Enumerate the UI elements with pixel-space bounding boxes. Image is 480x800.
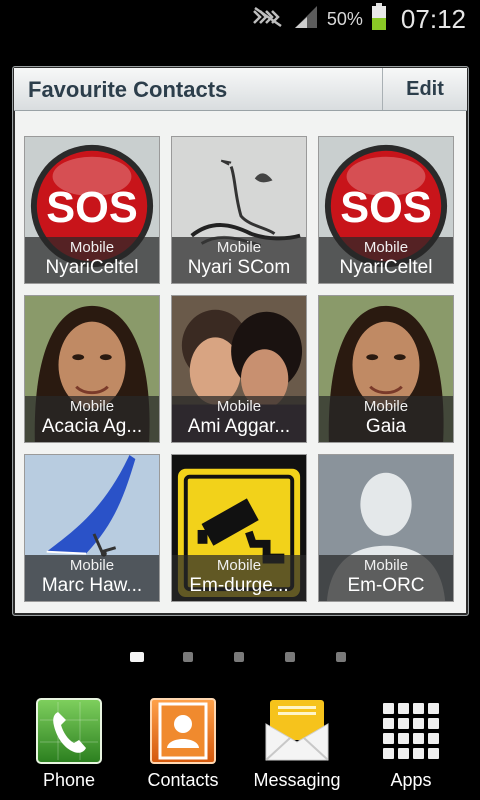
battery-percent: 50% xyxy=(326,8,363,29)
dock-messaging[interactable]: Messaging xyxy=(242,698,352,791)
contact-label-band: Mobile Gaia xyxy=(319,396,453,442)
dock-messaging-label: Messaging xyxy=(253,770,341,790)
contact-phone-type: Mobile xyxy=(216,398,262,415)
dock-apps-label: Apps xyxy=(390,770,432,790)
contact-tile[interactable]: Mobile Gaia xyxy=(318,295,454,443)
contact-name: Marc Haw... xyxy=(41,575,143,596)
contact-label-band: Mobile Em-ORC xyxy=(319,555,453,601)
contact-label-band: Mobile Marc Haw... xyxy=(25,555,159,601)
status-bar: 50% 07:12 xyxy=(0,0,480,38)
contact-name: Em-ORC xyxy=(347,575,425,596)
contact-label-band: Mobile NyariCeltel xyxy=(25,237,159,283)
signal-icon xyxy=(293,4,319,35)
mute-icon xyxy=(251,5,285,34)
contact-name: NyariCeltel xyxy=(339,257,433,278)
contact-label-band: Mobile Acacia Ag... xyxy=(25,396,159,442)
contact-tile[interactable]: Mobile Ami Aggar... xyxy=(171,295,307,443)
contact-name: Ami Aggar... xyxy=(187,416,291,437)
contact-label-band: Mobile Nyari SCom xyxy=(172,237,306,283)
contact-phone-type: Mobile xyxy=(363,398,409,415)
contact-phone-type: Mobile xyxy=(69,557,115,574)
dock: Phone Contacts Messaging Apps xyxy=(0,690,480,800)
contact-phone-type: Mobile xyxy=(363,557,409,574)
dock-phone-label: Phone xyxy=(42,770,96,790)
contact-phone-type: Mobile xyxy=(216,239,262,256)
contact-name: NyariCeltel xyxy=(45,257,139,278)
contact-phone-type: Mobile xyxy=(363,239,409,256)
contact-name: Acacia Ag... xyxy=(41,416,143,437)
contact-tile[interactable]: Mobile Em-durge... xyxy=(171,454,307,602)
contact-tile[interactable]: SOS Mobile NyariCeltel xyxy=(318,136,454,284)
contact-tile[interactable]: Mobile Nyari SCom xyxy=(171,136,307,284)
dock-phone[interactable]: Phone xyxy=(14,698,124,791)
contact-tile[interactable]: Mobile Em-ORC xyxy=(318,454,454,602)
svg-text:SOS: SOS xyxy=(46,184,138,232)
svg-text:SOS: SOS xyxy=(340,184,432,232)
page-dot-5 xyxy=(336,652,346,662)
contact-name: Em-durge... xyxy=(189,575,289,596)
dock-apps[interactable]: Apps xyxy=(356,698,466,791)
apps-grid-icon xyxy=(378,698,444,764)
edit-button[interactable]: Edit xyxy=(382,68,467,110)
phone-icon xyxy=(36,698,102,764)
widget-header: Favourite Contacts Edit xyxy=(14,68,467,111)
contact-phone-type: Mobile xyxy=(216,557,262,574)
contact-phone-type: Mobile xyxy=(69,239,115,256)
contact-tile[interactable]: Mobile Acacia Ag... xyxy=(24,295,160,443)
page-dot-1 xyxy=(130,652,144,662)
envelope-icon xyxy=(264,698,330,764)
widget-title: Favourite Contacts xyxy=(28,77,228,102)
battery-icon xyxy=(371,2,387,36)
status-icons: 50% 07:12 xyxy=(251,0,466,38)
dock-contacts-label: Contacts xyxy=(147,770,219,790)
contact-name: Nyari SCom xyxy=(187,257,291,278)
contact-label-band: Mobile NyariCeltel xyxy=(319,237,453,283)
page-dot-4 xyxy=(285,652,295,662)
dock-contacts[interactable]: Contacts xyxy=(128,698,238,791)
contact-label-band: Mobile Em-durge... xyxy=(172,555,306,601)
page-indicator xyxy=(0,648,480,666)
contact-label-band: Mobile Ami Aggar... xyxy=(172,396,306,442)
clock: 07:12 xyxy=(400,3,466,34)
contacts-icon xyxy=(150,698,216,764)
contact-tile[interactable]: SOS Mobile NyariCeltel xyxy=(24,136,160,284)
contact-phone-type: Mobile xyxy=(69,398,115,415)
contact-name: Gaia xyxy=(365,416,407,437)
page-dot-3 xyxy=(234,652,244,662)
contact-tile[interactable]: Mobile Marc Haw... xyxy=(24,454,160,602)
page-dot-2 xyxy=(183,652,193,662)
